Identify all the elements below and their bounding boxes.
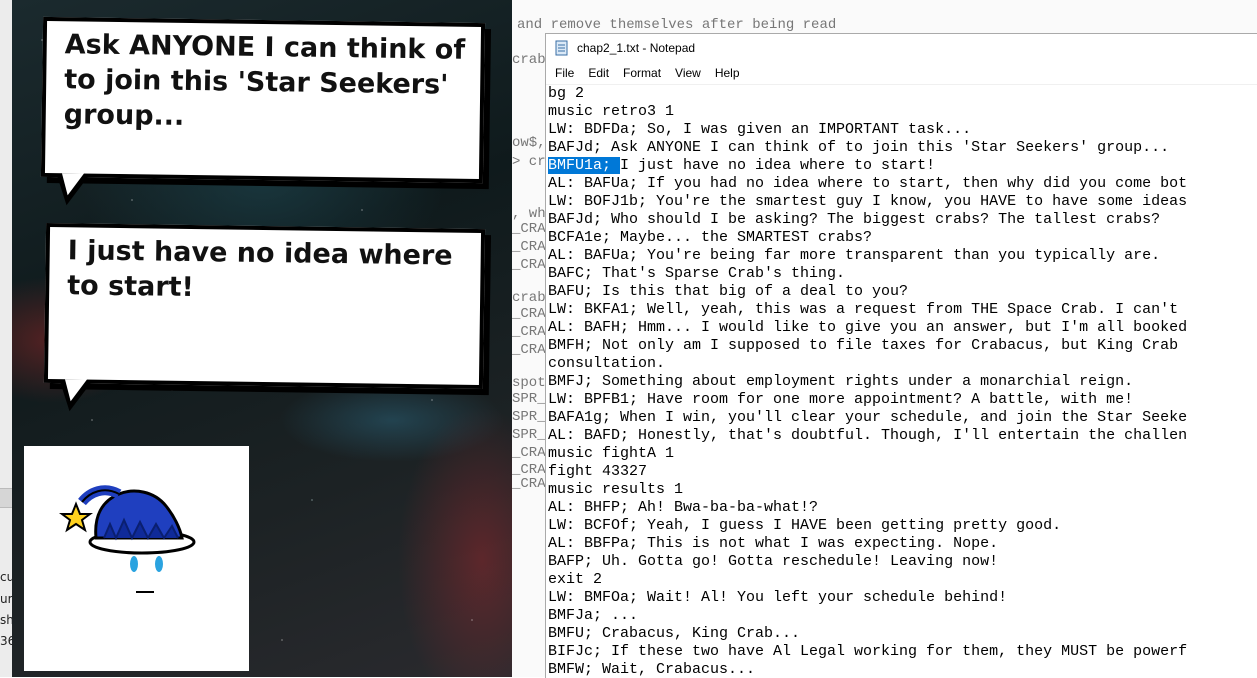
text-line: BIFJc; If these two have Al Legal workin… [548, 643, 1188, 660]
terminal-line: SPR_ [512, 391, 546, 407]
text-line: BMFJ; Something about employment rights … [548, 373, 1134, 390]
menu-view[interactable]: View [668, 66, 708, 80]
terminal-line: _CRA [512, 239, 546, 255]
text-line: BMFH; Not only am I supposed to file tax… [548, 337, 1179, 354]
terminal-line: , wh [512, 206, 546, 222]
selected-text: BMFU1a; [548, 157, 621, 174]
terminal-line: spot [512, 375, 546, 391]
terminal-line: > cr [512, 154, 546, 170]
text-line: bg 2 [548, 85, 585, 102]
text-line: BMFW; Wait, Crabacus... [548, 661, 756, 678]
speech-bubble-1: Ask ANYONE I can think of to join this '… [40, 16, 486, 206]
terminal-line: ow$, [512, 135, 546, 151]
terminal-line: _CRA [512, 257, 546, 273]
terminal-line: SPR_ [512, 427, 546, 443]
menu-file[interactable]: File [548, 66, 581, 80]
text-line: LW: BMFOa; Wait! Al! You left your sched… [548, 589, 1008, 606]
text-line: music fightA 1 [548, 445, 675, 462]
notepad-text-area[interactable]: bg 2 music retro3 1 LW: BDFDa; So, I was g… [548, 85, 1257, 678]
text-line: AL: BAFUa; If you had no idea where to s… [548, 175, 1188, 192]
text-line: LW: BPFB1; Have room for one more appoin… [548, 391, 1134, 408]
text-line: exit 2 [548, 571, 603, 588]
terminal-line: _CRA [512, 324, 546, 340]
terminal-line: crab [512, 290, 546, 306]
notepad-title: chap2_1.txt - Notepad [577, 40, 696, 55]
terminal-line: _CRA [512, 221, 546, 237]
terminal-line: and remove themselves after being read [517, 17, 837, 33]
text-line: BCFA1e; Maybe... the SMARTEST crabs? [548, 229, 873, 246]
text-line: BMFJa; ... [548, 607, 639, 624]
terminal-line: _CRA [512, 306, 546, 322]
desktop-left-strip: cu um sh 36 [0, 0, 19, 677]
terminal-line: crab [512, 52, 546, 68]
terminal-line: _CRA [512, 342, 546, 358]
text-line: LW: BOFJ1b; You're the smartest guy I kn… [548, 193, 1188, 210]
text-line: LW: BDFDa; So, I was given an IMPORTANT … [548, 121, 972, 138]
game-window[interactable]: Ask ANYONE I can think of to join this '… [12, 0, 512, 677]
character-portrait [24, 446, 249, 671]
text-line: BAFP; Uh. Gotta go! Gotta reschedule! Le… [548, 553, 999, 570]
text-line: BMFU; Crabacus, King Crab... [548, 625, 801, 642]
text-line: LW: BKFA1; Well, yeah, this was a reques… [548, 301, 1179, 318]
text-line: AL: BBFPa; This is not what I was expect… [548, 535, 999, 552]
text-line: AL: BHFP; Ah! Bwa-ba-ba-what!? [548, 499, 819, 516]
text-line: BAFJd; Who should I be asking? The bigge… [548, 211, 1161, 228]
text-line: BMFU1a; I just have no idea where to sta… [548, 157, 936, 174]
terminal-line: _CRA [512, 476, 546, 492]
menu-format[interactable]: Format [616, 66, 668, 80]
notepad-app-icon [555, 40, 569, 56]
text-line: AL: BAFUa; You're being far more transpa… [548, 247, 1161, 264]
menu-edit[interactable]: Edit [581, 66, 616, 80]
text-line: music retro3 1 [548, 103, 675, 120]
text-line: BAFU; Is this that big of a deal to you? [548, 283, 909, 300]
notepad-window[interactable]: chap2_1.txt - Notepad File Edit Format V… [545, 33, 1257, 678]
text-line: BAFC; That's Sparse Crab's thing. [548, 265, 846, 282]
wizard-hat-character-icon [59, 485, 196, 593]
menu-help[interactable]: Help [708, 66, 747, 80]
terminal-line: _CRA [512, 445, 546, 461]
text-line: LW: BCFOf; Yeah, I guess I HAVE been get… [548, 517, 1062, 534]
notepad-titlebar[interactable]: chap2_1.txt - Notepad [546, 34, 1257, 61]
notepad-menubar: File Edit Format View Help [546, 61, 1257, 85]
text-line: consultation. [548, 355, 666, 372]
text-line: BAFJd; Ask ANYONE I can think of to join… [548, 139, 1170, 156]
text-line: AL: BAFD; Honestly, that's doubtful. Tho… [548, 427, 1188, 444]
text-line: AL: BAFH; Hmm... I would like to give yo… [548, 319, 1188, 336]
text-line: music results 1 [548, 481, 684, 498]
text-line: fight 43327 [548, 463, 648, 480]
speech-bubble-text: I just have no idea where to start! [67, 235, 453, 304]
left-strip-bar [0, 488, 12, 508]
text-line: BAFA1g; When I win, you'll clear your sc… [548, 409, 1188, 426]
speech-bubble-2: I just have no idea where to start! [43, 222, 486, 412]
terminal-line: SPR_ [512, 409, 546, 425]
speech-bubble-text: Ask ANYONE I can think of to join this '… [63, 29, 466, 132]
